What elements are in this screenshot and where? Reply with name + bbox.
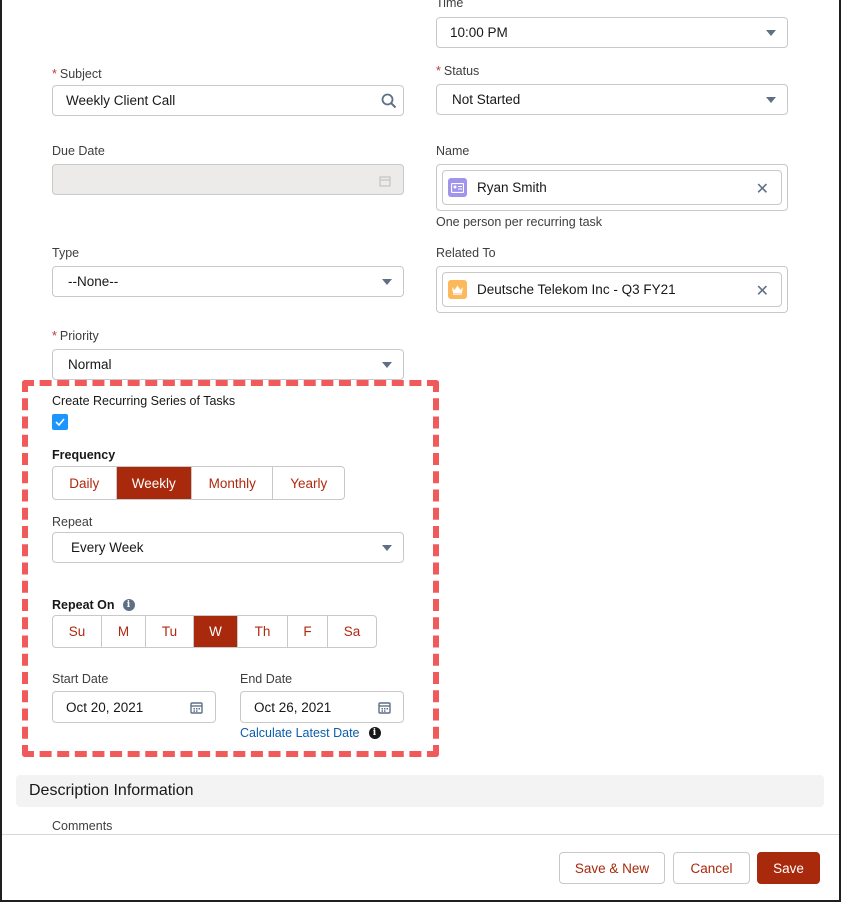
calculate-row: Calculate Latest Date i	[240, 726, 381, 740]
cancel-button[interactable]: Cancel	[673, 852, 750, 884]
related-to-value: Deutsche Telekom Inc - Q3 FY21	[477, 282, 676, 297]
start-date-label: Start Date	[52, 672, 109, 686]
name-value: Ryan Smith	[477, 180, 547, 195]
name-lookup[interactable]: Ryan Smith ✕	[436, 164, 788, 211]
status-select[interactable]: Not Started	[436, 84, 788, 115]
day-thursday[interactable]: Th	[238, 616, 288, 647]
end-date-input[interactable]: Oct 26, 2021	[240, 691, 404, 723]
crown-icon	[448, 280, 467, 299]
frequency-weekly[interactable]: Weekly	[116, 467, 193, 499]
due-date-label: Due Date	[52, 144, 105, 158]
name-help-text: One person per recurring task	[436, 215, 603, 229]
chevron-down-icon	[766, 97, 776, 103]
name-pill[interactable]: Ryan Smith ✕	[442, 170, 782, 205]
repeat-on-label: Repeat On	[52, 598, 115, 612]
description-section-title: Description Information	[29, 782, 194, 799]
info-icon[interactable]: i	[122, 599, 135, 611]
priority-value: Normal	[68, 357, 112, 372]
chevron-down-icon	[382, 545, 392, 551]
related-to-label: Related To	[436, 246, 496, 260]
end-date-label: End Date	[240, 672, 293, 686]
end-date-value: Oct 26, 2021	[254, 699, 332, 715]
subject-input[interactable]: Weekly Client Call	[52, 85, 404, 116]
calculate-latest-date-link[interactable]: Calculate Latest Date	[240, 726, 360, 740]
info-icon[interactable]: i	[368, 727, 381, 739]
status-label: * Status	[436, 64, 480, 78]
frequency-monthly[interactable]: Monthly	[192, 467, 274, 499]
name-label: Name	[436, 144, 470, 158]
frequency-yearly[interactable]: Yearly	[273, 467, 344, 499]
due-date-input	[52, 164, 404, 195]
calendar-icon[interactable]	[378, 701, 391, 714]
start-date-value: Oct 20, 2021	[66, 699, 144, 715]
close-icon[interactable]: ✕	[756, 179, 769, 199]
repeat-on-heading: Repeat On i	[52, 598, 135, 612]
repeat-value: Every Week	[71, 540, 144, 555]
chevron-down-icon	[382, 362, 392, 368]
related-to-lookup[interactable]: Deutsche Telekom Inc - Q3 FY21 ✕	[436, 266, 788, 313]
time-select[interactable]: 10:00 PM	[436, 17, 788, 48]
day-monday[interactable]: M	[102, 616, 146, 647]
checkmark-icon	[55, 418, 65, 426]
calendar-icon	[379, 176, 391, 187]
status-value: Not Started	[452, 92, 521, 107]
repeat-label: Repeat	[52, 515, 93, 529]
frequency-daily[interactable]: Daily	[53, 467, 117, 499]
priority-label: * Priority	[52, 329, 99, 343]
day-saturday[interactable]: Sa	[328, 616, 376, 647]
chevron-down-icon	[382, 279, 392, 285]
type-select[interactable]: --None--	[52, 266, 404, 297]
time-label: Time	[436, 0, 464, 10]
recurring-checkbox-label: Create Recurring Series of Tasks	[52, 394, 236, 408]
save-and-new-button[interactable]: Save & New	[559, 852, 665, 884]
day-wednesday[interactable]: W	[194, 616, 238, 647]
time-value: 10:00 PM	[450, 25, 508, 40]
priority-select[interactable]: Normal	[52, 349, 404, 380]
start-date-input[interactable]: Oct 20, 2021	[52, 691, 216, 723]
subject-value: Weekly Client Call	[66, 93, 176, 108]
contact-icon	[448, 178, 467, 197]
repeat-on-days: Su M Tu W Th F Sa	[52, 615, 377, 648]
close-icon[interactable]: ✕	[756, 281, 769, 301]
search-icon[interactable]	[381, 93, 397, 109]
related-to-pill[interactable]: Deutsche Telekom Inc - Q3 FY21 ✕	[442, 272, 782, 307]
comments-label: Comments	[52, 819, 113, 833]
repeat-select[interactable]: Every Week	[52, 532, 404, 563]
day-tuesday[interactable]: Tu	[146, 616, 194, 647]
frequency-group: Daily Weekly Monthly Yearly	[52, 466, 345, 500]
day-sunday[interactable]: Su	[53, 616, 102, 647]
footer-bar: Save & New Cancel Save	[2, 834, 839, 900]
chevron-down-icon	[766, 30, 776, 36]
day-friday[interactable]: F	[288, 616, 328, 647]
calendar-icon[interactable]	[190, 701, 203, 714]
frequency-label: Frequency	[52, 448, 116, 462]
type-label: Type	[52, 246, 80, 260]
subject-label: * Subject	[52, 67, 102, 81]
recurring-checkbox[interactable]	[52, 414, 68, 430]
save-button[interactable]: Save	[757, 852, 820, 884]
description-section-header[interactable]: Description Information	[16, 775, 824, 807]
type-value: --None--	[68, 274, 119, 289]
